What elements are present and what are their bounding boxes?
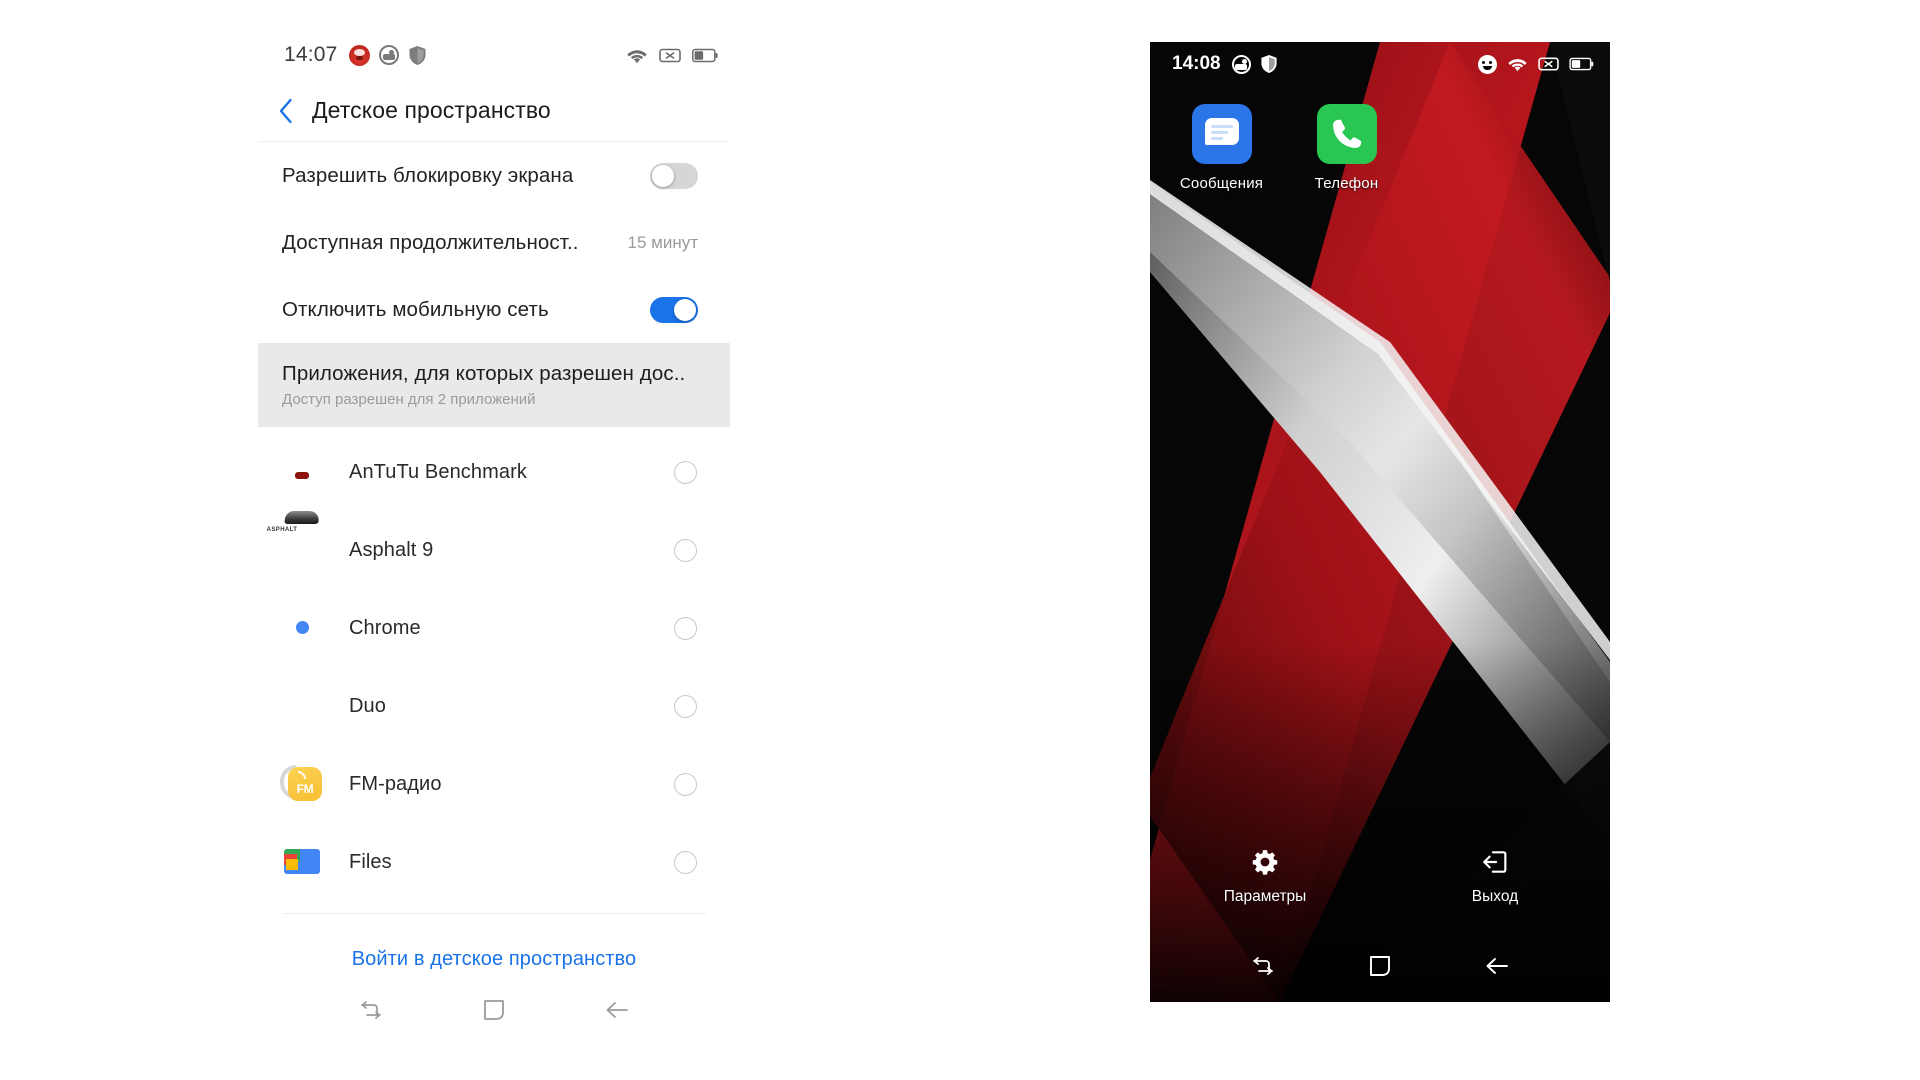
app-name: FM-радио (349, 772, 442, 795)
home-app-messages[interactable]: Сообщения (1174, 104, 1269, 192)
no-sim-icon (659, 47, 681, 64)
page-title: Детское пространство (312, 97, 551, 123)
back-chevron-icon[interactable] (278, 98, 294, 124)
antutu-app-icon (282, 451, 324, 493)
no-sim-icon (1538, 56, 1559, 72)
right-phone-kid-space-home: 14:08 Сообщения Телефон Параметры Выход (1150, 42, 1610, 1002)
apps-access-title: Приложения, для которых разрешен дос.. (282, 362, 686, 385)
home-icon[interactable] (1358, 944, 1402, 988)
setting-label: Доступная продолжительност.. (282, 230, 579, 254)
status-bar-right-icons (1478, 54, 1594, 74)
apps-access-section[interactable]: Приложения, для которых разрешен дос.. Д… (258, 343, 730, 427)
status-bar-left-icons (1231, 54, 1278, 74)
gear-icon[interactable] (1251, 845, 1279, 879)
kid-face-icon (1478, 54, 1497, 74)
recents-icon[interactable] (349, 988, 393, 1032)
messages-app-icon[interactable] (1191, 104, 1252, 164)
app-select-radio[interactable] (674, 616, 697, 640)
settings-action[interactable]: Параметры (1150, 845, 1380, 906)
disable-mobile-network-toggle[interactable] (650, 296, 698, 323)
home-app-label: Сообщения (1179, 175, 1264, 192)
allowed-apps-list: AnTuTu Benchmark ASPHALT Asphalt 9 Chrom… (258, 427, 730, 901)
setting-label: Разрешить блокировку экрана (282, 163, 574, 187)
status-bar-time: 14:07 (284, 43, 338, 66)
app-name: Files (349, 850, 392, 873)
duo-app-icon (282, 685, 324, 727)
status-bar-dark: 14:08 (1150, 42, 1610, 86)
setting-row-allow-screen-lock[interactable]: Разрешить блокировку экрана (258, 142, 730, 209)
shield-icon (408, 45, 427, 66)
status-bar-time: 14:08 (1172, 53, 1221, 74)
home-app-label: Телефон (1314, 175, 1379, 192)
list-item[interactable]: Duo (258, 667, 730, 745)
setting-row-available-duration[interactable]: Доступная продолжительност.. 15 минут (258, 209, 730, 276)
chrome-app-icon (282, 607, 324, 649)
list-item[interactable]: ASPHALT Asphalt 9 (258, 511, 730, 589)
back-icon[interactable] (595, 988, 639, 1032)
recents-icon[interactable] (1241, 944, 1285, 988)
battery-icon (1569, 57, 1594, 71)
files-app-icon (282, 841, 324, 883)
app-name: Duo (349, 694, 386, 717)
shield-icon (1260, 54, 1278, 74)
app-select-radio[interactable] (674, 538, 697, 562)
wifi-icon (1507, 56, 1528, 72)
wifi-icon (626, 47, 648, 64)
globe-icon (378, 45, 399, 65)
home-icon[interactable] (472, 988, 516, 1032)
app-name: AnTuTu Benchmark (349, 460, 527, 483)
home-app-phone[interactable]: Телефон (1299, 104, 1394, 192)
navigation-bar-light (258, 988, 730, 1032)
phone-app-icon[interactable] (1316, 104, 1377, 164)
list-item[interactable]: FM FM-радио (258, 745, 730, 823)
asphalt-app-icon: ASPHALT (267, 511, 324, 571)
list-item[interactable]: Files (258, 823, 730, 901)
list-item[interactable]: AnTuTu Benchmark (258, 433, 730, 511)
app-select-radio[interactable] (674, 850, 697, 874)
globe-icon (1231, 54, 1251, 74)
app-name: Chrome (349, 616, 421, 639)
page-header: Детское пространство (258, 80, 730, 142)
app-name: Asphalt 9 (349, 538, 434, 561)
exit-action[interactable]: Выход (1380, 845, 1610, 906)
screenshot-canvas: 14:07 Детское пространство Разрешить бло… (0, 0, 1920, 1080)
left-phone-settings-screen: 14:07 Детское пространство Разрешить бло… (258, 30, 730, 1050)
home-screen-apps: Сообщения Телефон (1174, 104, 1394, 192)
settings-action-label: Параметры (1223, 888, 1307, 905)
app-select-radio[interactable] (674, 772, 697, 796)
battery-icon (692, 48, 718, 63)
exit-icon[interactable] (1481, 845, 1509, 879)
navigation-bar-dark (1150, 944, 1610, 988)
enter-kid-space-button[interactable]: Войти в детское пространство (258, 914, 730, 971)
status-bar-left-icons (348, 44, 427, 66)
status-bar-light: 14:07 (258, 30, 730, 80)
app-select-radio[interactable] (674, 694, 697, 718)
apps-access-subtitle: Доступ разрешен для 2 приложений (282, 391, 536, 408)
allow-screen-lock-toggle[interactable] (650, 162, 698, 189)
fm-radio-app-icon: FM (280, 763, 324, 805)
list-item[interactable]: Chrome (258, 589, 730, 667)
exit-action-label: Выход (1471, 888, 1519, 905)
app-select-radio[interactable] (674, 460, 697, 484)
bottom-actions: Параметры Выход (1150, 845, 1610, 906)
setting-label: Отключить мобильную сеть (282, 297, 549, 321)
antutu-icon (348, 44, 370, 66)
status-bar-right-icons (626, 47, 718, 64)
available-duration-value: 15 минут (627, 232, 699, 252)
back-icon[interactable] (1475, 944, 1519, 988)
setting-row-disable-mobile-network[interactable]: Отключить мобильную сеть (258, 276, 730, 343)
